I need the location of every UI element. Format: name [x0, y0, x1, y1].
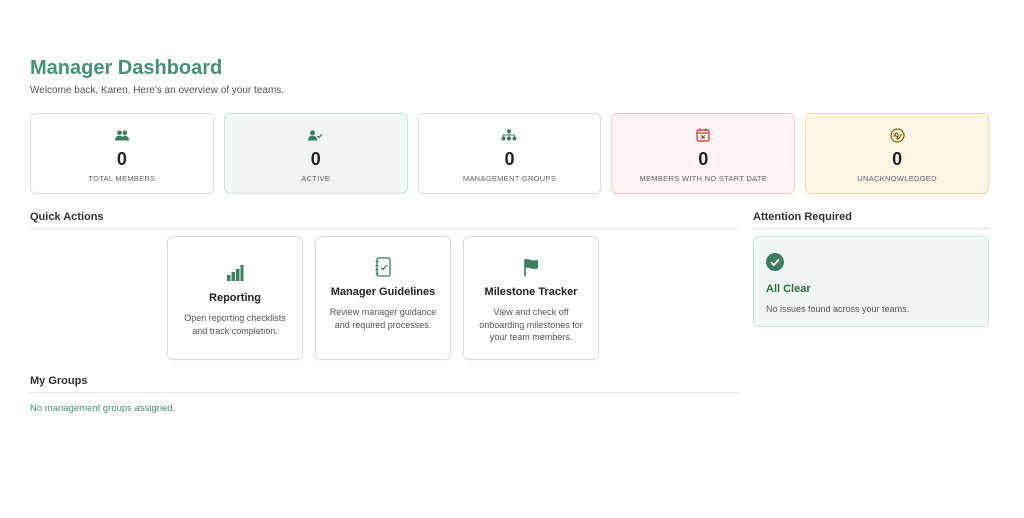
stat-value: 0	[310, 149, 321, 169]
action-title: Manager Guidelines	[330, 286, 436, 298]
reporting-card[interactable]: Reporting Open reporting checklists and …	[167, 236, 303, 360]
action-title: Reporting	[209, 292, 261, 304]
stat-value: 0	[116, 149, 127, 169]
stat-card-no-start-date: 0 MEMBERS WITH NO START DATE	[611, 113, 796, 194]
attention-heading: Attention Required	[753, 211, 989, 229]
signature-icon	[889, 127, 905, 143]
manager-guidelines-card[interactable]: Manager Guidelines Review manager guidan…	[315, 236, 451, 360]
stats-row: 0 TOTAL MEMBERS 0 ACTIVE 0 MANAGEMENT GR…	[30, 113, 989, 194]
action-description: Open reporting checklists and track comp…	[184, 313, 286, 336]
attention-status-card: All Clear No issues found across your te…	[753, 236, 989, 327]
flag-icon	[521, 257, 541, 277]
action-description: Review manager guidance and required pro…	[329, 307, 437, 330]
action-title: Milestone Tracker	[484, 286, 578, 298]
bar-chart-icon	[225, 263, 245, 283]
milestone-tracker-card[interactable]: Milestone Tracker View and check off onb…	[463, 236, 599, 360]
stat-label: TOTAL MEMBERS	[88, 174, 156, 183]
check-circle-icon	[766, 253, 784, 271]
attention-status-description: No issues found across your teams.	[766, 304, 910, 314]
quick-actions-heading: Quick Actions	[30, 211, 738, 229]
stat-label: UNACKNOWLEDGED	[857, 174, 937, 183]
my-groups-heading: My Groups	[30, 375, 738, 393]
stat-label: MANAGEMENT GROUPS	[462, 174, 557, 183]
notebook-check-icon	[373, 257, 393, 277]
stat-value: 0	[892, 149, 903, 169]
attention-status-title: All Clear	[766, 283, 811, 295]
groups-empty-message: No management groups assigned.	[30, 403, 176, 414]
stat-value: 0	[504, 149, 515, 169]
page-subtitle: Welcome back, Karen. Here's an overview …	[30, 85, 285, 96]
page-title: Manager Dashboard	[30, 57, 223, 79]
action-description: View and check off onboarding milestones…	[479, 307, 583, 342]
quick-actions-list: Reporting Open reporting checklists and …	[167, 236, 599, 360]
stat-label: ACTIVE	[301, 174, 331, 183]
stat-card-management-groups: 0 MANAGEMENT GROUPS	[417, 113, 602, 194]
sitemap-icon	[501, 127, 517, 143]
user-check-icon	[308, 127, 324, 143]
users-icon	[114, 127, 130, 143]
stat-card-active: 0 ACTIVE	[223, 113, 408, 194]
stat-card-total-members: 0 TOTAL MEMBERS	[30, 113, 214, 194]
stat-card-unacknowledged: 0 UNACKNOWLEDGED	[805, 113, 989, 194]
calendar-x-icon	[695, 127, 711, 143]
stat-value: 0	[698, 149, 709, 169]
stat-label: MEMBERS WITH NO START DATE	[639, 174, 768, 183]
